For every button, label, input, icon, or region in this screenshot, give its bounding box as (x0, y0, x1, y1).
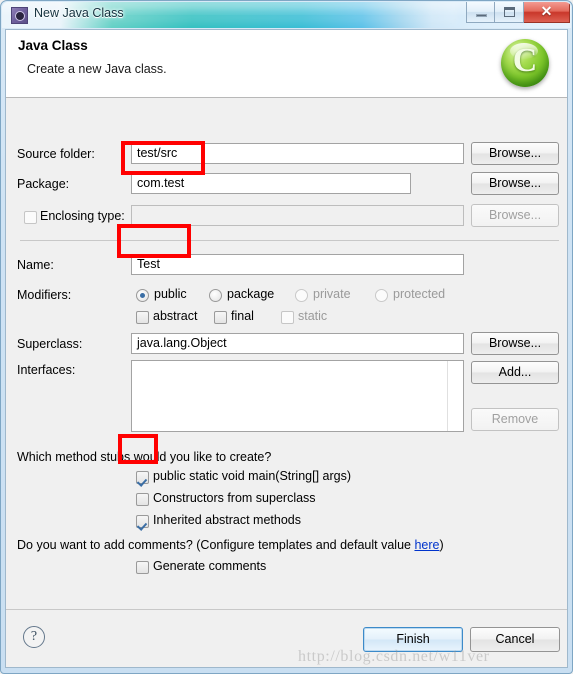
modifier-radio-private (295, 289, 308, 302)
modifier-label-static: static (298, 309, 328, 323)
eclipse-wizard-icon (11, 7, 28, 24)
configure-templates-link[interactable]: here (414, 538, 439, 552)
modifier-checkbox-abstract[interactable] (136, 311, 149, 324)
dialog-client-area: Java Class Create a new Java class. C So… (5, 29, 568, 668)
wizard-header: Java Class Create a new Java class. C (6, 30, 567, 98)
modifier-radio-public[interactable] (136, 289, 149, 302)
method-stubs-question: Which method stubs would you like to cre… (17, 450, 272, 464)
superclass-browse-button[interactable]: Browse... (471, 332, 559, 355)
interfaces-list-scrollbar[interactable] (447, 361, 463, 431)
modifier-radio-protected (375, 289, 388, 302)
modifiers-label: Modifiers: (17, 288, 72, 302)
name-input[interactable]: Test (131, 254, 464, 275)
stub-label-constructors: Constructors from superclass (153, 491, 316, 505)
page-description: Create a new Java class. (27, 62, 167, 76)
modifier-label-protected: protected (393, 287, 446, 301)
close-icon: ✕ (540, 5, 553, 20)
package-browse-button[interactable]: Browse... (471, 172, 559, 195)
source-folder-browse-button[interactable]: Browse... (471, 142, 559, 165)
stub-label-main-method: public static void main(String[] args) (153, 469, 351, 483)
modifier-label-package: package (227, 287, 275, 301)
comments-question: Do you want to add comments? (Configure … (17, 538, 444, 552)
finish-button[interactable]: Finish (363, 627, 463, 652)
interfaces-remove-button: Remove (471, 408, 559, 431)
generate-comments-checkbox[interactable] (136, 561, 149, 574)
enclosing-type-label: Enclosing type: (40, 209, 125, 223)
maximize-icon (504, 7, 515, 17)
minimize-icon (476, 14, 487, 17)
window-frame: New Java Class ✕ Java Class Create a new… (0, 0, 573, 674)
interfaces-label: Interfaces: (17, 363, 76, 377)
modifier-checkbox-final[interactable] (214, 311, 227, 324)
enclosing-type-browse-button: Browse... (471, 204, 559, 227)
dialog-footer: ? Finish Cancel (6, 609, 567, 667)
modifier-checkbox-static (281, 311, 294, 324)
modifier-label-public: public (154, 287, 187, 301)
title-bar: New Java Class ✕ (2, 2, 571, 28)
enclosing-type-checkbox[interactable] (24, 211, 37, 224)
stub-checkbox-inherited-abstract[interactable] (136, 515, 149, 528)
stub-label-inherited-abstract: Inherited abstract methods (153, 513, 301, 527)
close-button[interactable]: ✕ (524, 2, 570, 23)
minimize-button[interactable] (466, 2, 495, 23)
interfaces-add-button[interactable]: Add... (471, 361, 559, 384)
enclosing-type-input[interactable] (131, 205, 464, 226)
stub-checkbox-constructors[interactable] (136, 493, 149, 506)
interfaces-list[interactable] (131, 360, 464, 432)
superclass-label: Superclass: (17, 337, 83, 351)
maximize-button[interactable] (495, 2, 524, 23)
package-input[interactable]: com.test (131, 173, 411, 194)
comments-question-prefix: Do you want to add comments? (Configure … (17, 538, 415, 552)
modifier-label-private: private (313, 287, 351, 301)
java-class-wizard-icon: C (499, 37, 551, 89)
modifier-label-final: final (231, 309, 254, 323)
generate-comments-label: Generate comments (153, 559, 267, 573)
window-title: New Java Class (34, 6, 124, 20)
comments-question-suffix: ) (439, 538, 444, 552)
wizard-icon-letter: C (512, 42, 538, 79)
separator-1 (20, 240, 559, 241)
cancel-button[interactable]: Cancel (470, 627, 560, 652)
package-label: Package: (17, 177, 70, 191)
name-label: Name: (17, 258, 54, 272)
window-controls: ✕ (466, 2, 570, 23)
stub-checkbox-main-method[interactable] (136, 471, 149, 484)
form-body: Source folder: test/src Browse... Packag… (6, 98, 567, 610)
superclass-input[interactable]: java.lang.Object (131, 333, 464, 354)
source-folder-label: Source folder: (17, 147, 95, 161)
modifier-label-abstract: abstract (153, 309, 198, 323)
source-folder-input[interactable]: test/src (131, 143, 464, 164)
new-java-class-dialog: New Java Class ✕ Java Class Create a new… (0, 0, 573, 674)
help-icon[interactable]: ? (23, 626, 45, 648)
page-title: Java Class (18, 38, 88, 53)
modifier-radio-package[interactable] (209, 289, 222, 302)
